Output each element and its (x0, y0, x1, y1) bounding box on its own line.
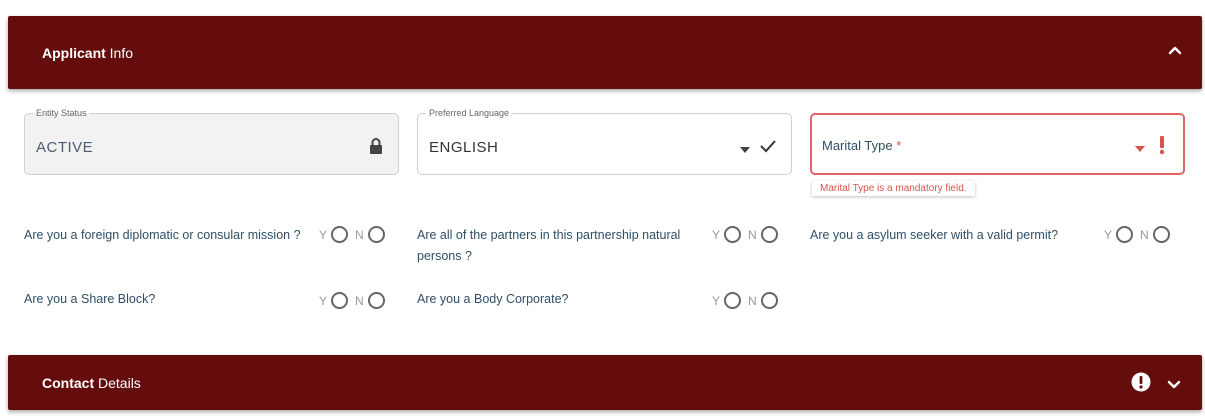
yn-group-share-block: Y N (319, 292, 392, 309)
radio-no[interactable] (367, 226, 385, 243)
preferred-language-select[interactable]: Preferred Language ENGLISH (417, 107, 792, 175)
entity-status-label: Entity Status (33, 107, 90, 119)
yn-group-foreign-diplomatic: Y N (319, 226, 392, 243)
question-foreign-diplomatic: Are you a foreign diplomatic or consular… (24, 228, 301, 242)
radio-no[interactable] (760, 292, 778, 309)
yn-group-body-corporate: Y N (712, 292, 785, 309)
caret-down-icon[interactable] (1135, 140, 1145, 158)
radio-yes[interactable] (1116, 226, 1134, 243)
contact-details-header[interactable]: Contact Details (8, 355, 1202, 410)
exclamation-icon (1158, 135, 1166, 160)
entity-status-field: Entity Status ACTIVE (24, 107, 399, 175)
yn-group-asylum-seeker: Y N (1104, 226, 1177, 243)
lock-icon (368, 137, 384, 160)
question-body-corporate: Are you a Body Corporate? (417, 292, 569, 306)
yn-group-partners-natural-persons: Y N (712, 226, 785, 243)
applicant-info-title: Applicant Info (42, 44, 134, 61)
checkmark-icon (759, 138, 777, 159)
preferred-language-value: ENGLISH (429, 139, 499, 156)
preferred-language-label: Preferred Language (426, 107, 513, 119)
radio-no[interactable] (367, 292, 385, 309)
radio-yes[interactable] (724, 292, 742, 309)
radio-yes[interactable] (331, 292, 349, 309)
contact-details-title: Contact Details (42, 374, 141, 391)
question-share-block: Are you a Share Block? (24, 292, 156, 306)
radio-no[interactable] (1152, 226, 1170, 243)
alert-circle-icon (1131, 372, 1151, 397)
entity-status-value: ACTIVE (36, 139, 94, 156)
marital-type-placeholder: Marital Type * (822, 138, 902, 153)
marital-type-error: Marital Type is a mandatory field. (812, 181, 975, 196)
radio-yes[interactable] (724, 226, 742, 243)
question-asylum-seeker: Are you a asylum seeker with a valid per… (810, 228, 1059, 242)
chevron-down-icon[interactable] (1165, 375, 1183, 393)
radio-yes[interactable] (331, 226, 349, 243)
chevron-up-icon[interactable] (1166, 42, 1184, 60)
radio-no[interactable] (760, 226, 778, 243)
question-partners-natural-persons: Are all of the partners in this partners… (417, 228, 681, 263)
marital-type-select[interactable]: Marital Type * (810, 113, 1185, 175)
applicant-info-header[interactable]: Applicant Info (8, 16, 1202, 89)
caret-down-icon[interactable] (740, 141, 750, 159)
